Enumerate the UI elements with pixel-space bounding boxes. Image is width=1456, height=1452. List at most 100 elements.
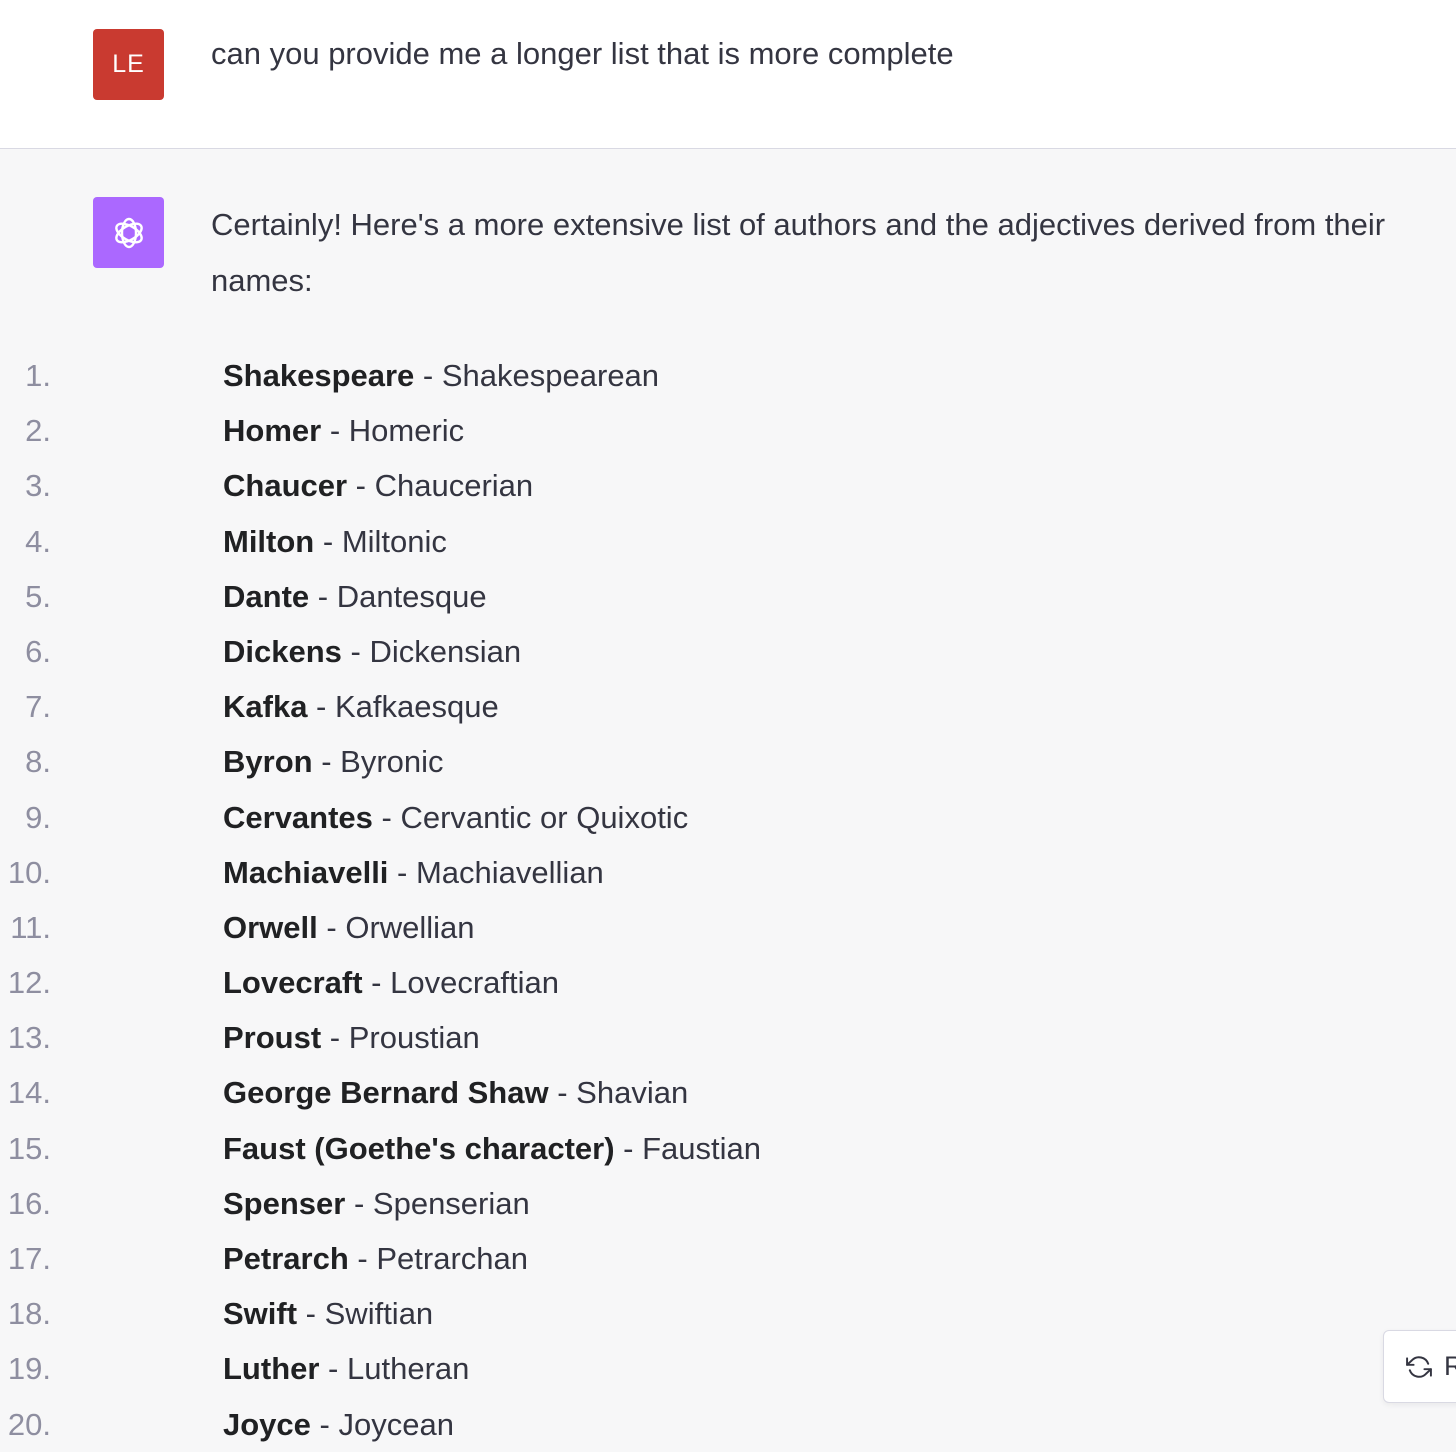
separator: -: [307, 689, 335, 725]
adjective: Shakespearean: [441, 358, 660, 393]
assistant-avatar: [93, 197, 164, 268]
separator: -: [347, 468, 375, 504]
adjective: Kafkaesque: [335, 689, 499, 725]
adjective: Joycean: [338, 1406, 454, 1442]
adjective: Machiavellian: [415, 854, 604, 890]
user-avatar: LE: [93, 29, 164, 100]
list-item: 2. Homer - Homeric: [0, 403, 1300, 458]
list-item-number: 7.: [25, 689, 51, 725]
regenerate-response-button[interactable]: R: [1383, 1330, 1456, 1403]
assistant-intro-text: Certainly! Here's a more extensive list …: [211, 207, 1386, 298]
separator: -: [309, 578, 337, 614]
author-name: Chaucer: [223, 468, 348, 504]
list-item-number: 18.: [7, 1296, 51, 1332]
list-item: 11. Orwell - Orwellian: [0, 900, 1300, 955]
adjective: Swiftian: [324, 1296, 434, 1332]
author-name: Petrarch: [223, 1241, 349, 1276]
author-name: Shakespeare: [223, 358, 415, 393]
list-item-number: 6.: [25, 633, 51, 669]
author-name: Byron: [223, 744, 313, 780]
author-name: Cervantes: [223, 799, 373, 835]
list-item-number: 17.: [7, 1241, 51, 1276]
list-item: 4. Milton - Miltonic: [0, 514, 1300, 569]
adjective: Spenserian: [372, 1185, 530, 1221]
list-item-entry: Joyce - Joycean: [223, 1397, 454, 1452]
list-item-entry: Luther - Lutheran: [223, 1341, 469, 1396]
list-item: 8. Byron - Byronic: [0, 734, 1300, 789]
author-name: Luther: [223, 1351, 320, 1387]
list-item: 9. Cervantes - Cervantic or Quixotic: [0, 790, 1300, 845]
list-item-number: 9.: [25, 799, 51, 835]
list-item-entry: Byron - Byronic: [223, 734, 444, 789]
author-name: Dickens: [223, 633, 342, 669]
adjective: Faustian: [642, 1130, 762, 1166]
separator: -: [321, 413, 349, 449]
list-item-entry: Shakespeare - Shakespearean: [223, 348, 659, 403]
assistant-message-row: Certainly! Here's a more extensive list …: [0, 149, 1456, 1442]
user-message-row: LE can you provide me a longer list that…: [0, 0, 1456, 149]
author-name: Homer: [223, 413, 322, 449]
adjective: Orwellian: [345, 909, 475, 945]
adjective: Cervantic or Quixotic: [400, 799, 689, 835]
separator: -: [362, 965, 391, 1001]
separator: -: [548, 1075, 577, 1111]
list-item-number: 10.: [7, 854, 51, 890]
adjective: Proustian: [348, 1020, 480, 1056]
separator: -: [319, 1351, 347, 1387]
list-item: 16. Spenser - Spenserian: [0, 1176, 1300, 1231]
list-item: 20. Joyce - Joycean: [0, 1397, 1300, 1452]
adjective: Dantesque: [336, 578, 487, 614]
list-item-entry: Milton - Miltonic: [223, 514, 447, 569]
list-item-number: 12.: [7, 965, 51, 1001]
adjective: Dickensian: [369, 633, 522, 669]
list-item-entry: Petrarch - Petrarchan: [223, 1231, 528, 1286]
separator: -: [614, 1130, 643, 1166]
author-adjective-list: 1. Shakespeare - Shakespearean 2. Homer - H…: [0, 348, 1300, 1452]
list-item-entry: Proust - Proustian: [223, 1010, 480, 1065]
adjective: Miltonic: [341, 523, 447, 559]
author-name: Faust (Goethe's character): [223, 1130, 615, 1166]
separator: -: [388, 854, 416, 890]
user-avatar-initials: LE: [112, 50, 145, 78]
user-message-text: can you provide me a longer list that is…: [211, 36, 954, 71]
author-name: Swift: [223, 1296, 298, 1332]
separator: -: [321, 1020, 349, 1056]
list-item-entry: Homer - Homeric: [223, 403, 464, 458]
list-item: 14. George Bernard Shaw - Shavian: [0, 1065, 1300, 1120]
list-item: 12. Lovecraft - Lovecraftian: [0, 955, 1300, 1010]
list-item-entry: Chaucer - Chaucerian: [223, 458, 533, 513]
refresh-icon: [1406, 1355, 1432, 1378]
separator: -: [310, 1406, 339, 1442]
author-name: Proust: [223, 1020, 322, 1056]
separator: -: [372, 799, 401, 835]
author-name: Kafka: [223, 689, 308, 725]
adjective: Chaucerian: [374, 468, 534, 504]
list-item-number: 16.: [7, 1185, 51, 1221]
list-item-entry: Faust (Goethe's character) - Faustian: [223, 1121, 761, 1176]
list-item: 6. Dickens - Dickensian: [0, 624, 1300, 679]
list-item-number: 19.: [7, 1351, 51, 1387]
list-item-entry: Dickens - Dickensian: [223, 624, 521, 679]
list-item-number: 2.: [25, 413, 51, 449]
list-item-number: 4.: [25, 523, 51, 559]
list-item-number: 14.: [7, 1075, 51, 1111]
list-item: 7. Kafka - Kafkaesque: [0, 679, 1300, 734]
list-item-entry: Orwell - Orwellian: [223, 900, 475, 955]
list-item-entry: Lovecraft - Lovecraftian: [223, 955, 559, 1010]
list-item: 18. Swift - Swiftian: [0, 1286, 1300, 1341]
list-item-number: 15.: [7, 1130, 51, 1166]
author-name: Spenser: [223, 1185, 346, 1221]
list-item-entry: Kafka - Kafkaesque: [223, 679, 499, 734]
author-name: Machiavelli: [223, 854, 389, 890]
list-item: 17. Petrarch - Petrarchan: [0, 1231, 1300, 1286]
list-item-entry: Swift - Swiftian: [223, 1286, 433, 1341]
list-item-entry: Machiavelli - Machiavellian: [223, 845, 604, 900]
list-item: 19. Luther - Lutheran: [0, 1341, 1300, 1396]
adjective: Shavian: [576, 1075, 689, 1111]
list-item: 3. Chaucer - Chaucerian: [0, 458, 1300, 513]
list-item-number: 5.: [25, 578, 51, 614]
separator: -: [345, 1185, 373, 1221]
author-name: George Bernard Shaw: [223, 1075, 549, 1111]
separator: -: [312, 744, 341, 780]
adjective: Petrarchan: [376, 1241, 528, 1276]
